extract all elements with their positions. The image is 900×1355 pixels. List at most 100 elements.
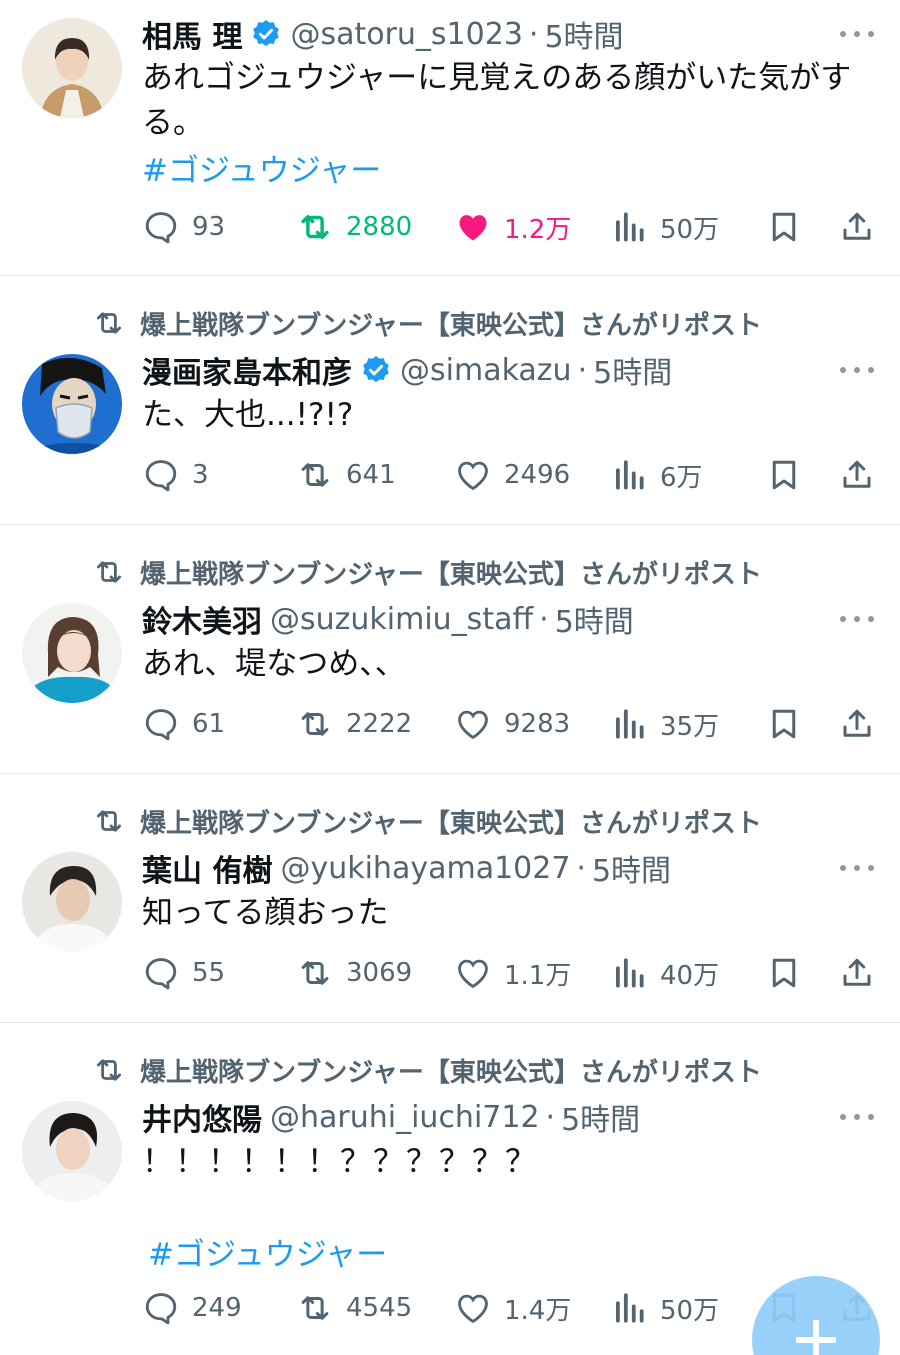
tweet[interactable]: 相馬 理 @satoru_s1023 · 5時間 あれゴジュウジャーに見覚えのあ…	[0, 0, 900, 276]
like-button[interactable]: 1.1万	[454, 951, 571, 995]
like-count: 1.2万	[504, 214, 572, 245]
separator-dot: ·	[545, 1099, 556, 1135]
heart-icon	[458, 461, 488, 491]
heart-icon	[459, 215, 487, 241]
verified-badge-icon	[363, 356, 389, 383]
timestamp[interactable]: 5時間	[555, 597, 634, 641]
display-name[interactable]: 葉山 侑樹	[142, 846, 272, 890]
view-count: 35万	[660, 711, 720, 742]
reply-button[interactable]: 3	[142, 453, 209, 497]
repost-context-label: 爆上戦隊ブンブンジャー【東映公式】さんがリポスト	[140, 808, 762, 839]
tweet-header: 相馬 理 @satoru_s1023 · 5時間	[142, 12, 624, 56]
repost-button[interactable]: 641	[296, 453, 396, 497]
repost-button[interactable]: 4545	[296, 1286, 412, 1330]
reply-button[interactable]: 93	[142, 205, 225, 249]
views-button[interactable]: 50万	[610, 205, 719, 249]
like-button[interactable]: 9283	[454, 702, 570, 746]
reply-icon	[145, 460, 177, 492]
bookmark-button[interactable]	[765, 702, 803, 746]
views-button[interactable]: 50万	[610, 1286, 719, 1330]
handle[interactable]: @suzukimiu_staff	[270, 602, 533, 637]
reply-count: 3	[192, 460, 209, 490]
repost-button[interactable]: 3069	[296, 951, 412, 995]
hashtag-link[interactable]: #ゴジュウジャー	[148, 1229, 387, 1274]
repost-icon	[96, 810, 122, 832]
repost-icon	[301, 463, 329, 487]
repost-context[interactable]: 爆上戦隊ブンブンジャー【東映公式】さんがリポスト	[92, 1053, 762, 1088]
timestamp[interactable]: 5時間	[592, 846, 671, 890]
action-bar: 93 2880 1.2万 50万	[0, 205, 900, 249]
more-icon[interactable]	[840, 1112, 874, 1122]
more-icon[interactable]	[840, 29, 874, 39]
avatar[interactable]	[22, 603, 122, 703]
views-icon	[616, 212, 644, 242]
views-icon	[616, 958, 644, 988]
bookmark-icon	[772, 212, 796, 242]
avatar[interactable]	[22, 18, 122, 118]
tweet[interactable]: 爆上戦隊ブンブンジャー【東映公式】さんがリポスト 漫画家島本和彦 @simaka…	[0, 276, 900, 525]
bookmark-button[interactable]	[765, 205, 803, 249]
like-count: 1.4万	[504, 1295, 572, 1326]
views-button[interactable]: 35万	[610, 702, 719, 746]
tweet[interactable]: 爆上戦隊ブンブンジャー【東映公式】さんがリポスト 葉山 侑樹 @yukihaya…	[0, 774, 900, 1023]
like-button[interactable]: 1.4万	[454, 1286, 571, 1330]
view-count: 6万	[660, 462, 703, 493]
repost-icon	[301, 961, 329, 985]
tweet[interactable]: 爆上戦隊ブンブンジャー【東映公式】さんがリポスト 鈴木美羽 @suzukimiu…	[0, 525, 900, 774]
tweet-header: 漫画家島本和彦 @simakazu · 5時間	[142, 348, 672, 392]
share-icon	[843, 709, 871, 737]
more-icon[interactable]	[840, 614, 874, 624]
views-icon	[616, 1293, 644, 1323]
timestamp[interactable]: 5時間	[561, 1095, 640, 1139]
repost-context[interactable]: 爆上戦隊ブンブンジャー【東映公式】さんがリポスト	[92, 555, 762, 590]
views-icon	[616, 709, 644, 739]
share-icon	[843, 460, 871, 488]
display-name[interactable]: 井内悠陽	[142, 1095, 262, 1139]
action-bar: 61 2222 9283 35万	[0, 702, 900, 746]
bookmark-button[interactable]	[765, 453, 803, 497]
share-button[interactable]	[838, 205, 876, 249]
bookmark-button[interactable]	[765, 951, 803, 995]
more-icon[interactable]	[840, 365, 874, 375]
display-name[interactable]: 漫画家島本和彦	[142, 348, 352, 392]
tweet-header: 鈴木美羽 @suzukimiu_staff · 5時間	[142, 597, 634, 641]
share-button[interactable]	[838, 951, 876, 995]
share-button[interactable]	[838, 702, 876, 746]
views-button[interactable]: 6万	[610, 453, 703, 497]
reply-count: 61	[192, 709, 226, 739]
repost-button[interactable]: 2880	[296, 205, 412, 249]
display-name[interactable]: 相馬 理	[142, 12, 242, 56]
share-button[interactable]	[838, 453, 876, 497]
action-bar: 3 641 2496 6万	[0, 453, 900, 497]
avatar[interactable]	[22, 354, 122, 454]
timestamp[interactable]: 5時間	[593, 348, 672, 392]
repost-icon	[301, 1296, 329, 1320]
views-button[interactable]: 40万	[610, 951, 719, 995]
avatar[interactable]	[22, 852, 122, 952]
reply-button[interactable]: 61	[142, 702, 225, 746]
timestamp[interactable]: 5時間	[544, 12, 623, 56]
repost-context[interactable]: 爆上戦隊ブンブンジャー【東映公式】さんがリポスト	[92, 306, 762, 341]
display-name[interactable]: 鈴木美羽	[142, 597, 262, 641]
reply-button[interactable]: 55	[142, 951, 225, 995]
compose-plus-icon	[796, 1320, 836, 1355]
view-count: 40万	[660, 960, 720, 991]
handle[interactable]: @yukihayama1027	[280, 851, 570, 886]
repost-count: 2222	[346, 709, 413, 739]
reply-count: 93	[192, 212, 226, 242]
repost-context-label: 爆上戦隊ブンブンジャー【東映公式】さんがリポスト	[140, 310, 762, 341]
handle[interactable]: @haruhi_iuchi712	[270, 1100, 540, 1135]
reply-button[interactable]: 249	[142, 1286, 242, 1330]
avatar[interactable]	[22, 1101, 122, 1201]
hashtag-link[interactable]: #ゴジュウジャー	[142, 145, 381, 190]
like-button[interactable]: 1.2万	[454, 205, 571, 249]
reply-icon	[145, 1293, 177, 1325]
repost-button[interactable]: 2222	[296, 702, 412, 746]
more-icon[interactable]	[840, 863, 874, 873]
repost-context[interactable]: 爆上戦隊ブンブンジャー【東映公式】さんがリポスト	[92, 804, 762, 839]
handle[interactable]: @satoru_s1023	[290, 17, 522, 52]
like-button[interactable]: 2496	[454, 453, 570, 497]
handle[interactable]: @simakazu	[400, 353, 572, 388]
repost-count: 3069	[346, 958, 413, 988]
separator-dot: ·	[577, 352, 588, 388]
